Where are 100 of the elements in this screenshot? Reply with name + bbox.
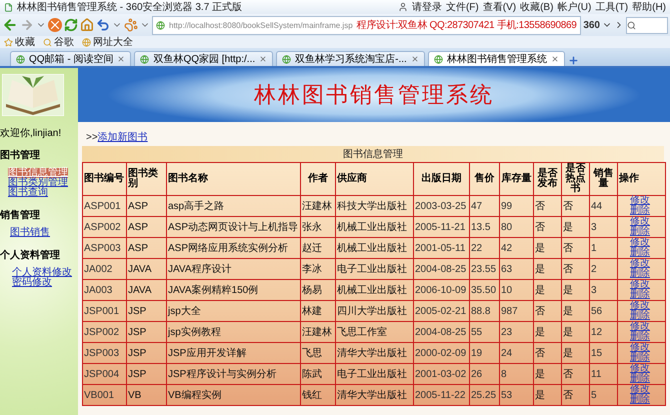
table-cell: 15	[590, 342, 618, 364]
edit-link[interactable]: 修改	[630, 301, 665, 311]
table-cell: JSP	[126, 300, 166, 322]
table-cell: JSP001	[82, 300, 126, 322]
table-cell: 否	[562, 364, 590, 384]
edit-link[interactable]: 修改	[630, 238, 665, 248]
menu-item[interactable]: 帐户(U)	[557, 0, 592, 14]
table-cell: 电子工业出版社	[336, 258, 414, 280]
menu-item[interactable]: 工具(T)	[595, 0, 628, 14]
table-cell: JSP应用开发详解	[166, 342, 300, 364]
table-cell: 是	[562, 322, 590, 342]
search-icon	[627, 20, 636, 30]
table-cell: 机械工业出版社	[336, 238, 414, 258]
globe-icon	[140, 54, 150, 64]
table-cell: JAVA	[126, 280, 166, 300]
page-icon	[4, 2, 13, 12]
edit-link[interactable]: 修改	[630, 343, 665, 353]
browser-tab[interactable]: QQ邮箱 - 阅读空间	[10, 51, 132, 66]
close-icon[interactable]	[410, 55, 419, 63]
table-cell: 2	[590, 258, 618, 280]
paw-button[interactable]	[124, 18, 138, 32]
table-cell: 是	[534, 238, 562, 258]
sidebar-link[interactable]: 图书查询	[8, 188, 48, 198]
sidebar-link[interactable]: 图书销售	[10, 228, 50, 238]
table-cell: 19	[470, 342, 500, 364]
browser-tab[interactable]: 双鱼林学习系统淘宝店-...	[276, 51, 425, 66]
table-cell: ASP	[126, 216, 166, 238]
table-cell: 53	[500, 384, 534, 406]
table-cell: ASP001	[82, 196, 126, 216]
table-cell: jsp实例教程	[166, 322, 300, 342]
table-cell: JSP002	[82, 322, 126, 342]
table-cell: 42	[500, 238, 534, 258]
undo-button[interactable]	[96, 18, 110, 32]
column-header: 作者	[300, 162, 336, 196]
sidebar-link[interactable]: 密码修改	[12, 278, 52, 288]
edit-link[interactable]: 修改	[630, 196, 665, 206]
table-cell: JAVA案例精粹150例	[166, 280, 300, 300]
table-cell: 是	[534, 258, 562, 280]
table-cell: JA003	[82, 280, 126, 300]
globe-icon	[282, 54, 292, 64]
table-cell: 是	[534, 364, 562, 384]
sidebar-link[interactable]: 个人资料修改	[12, 268, 72, 278]
add-book-link[interactable]: 添加新图书	[98, 130, 148, 144]
table-cell: 63	[500, 258, 534, 280]
home-button[interactable]	[80, 18, 94, 32]
menu-item[interactable]: 帮助(H)	[632, 0, 666, 14]
edit-link[interactable]: 修改	[630, 217, 665, 227]
bookmark[interactable]: 谷歌	[43, 35, 74, 49]
table-cell: 清华大学出版社	[336, 384, 414, 406]
edit-link[interactable]: 修改	[630, 385, 665, 395]
refresh-button[interactable]	[64, 18, 78, 32]
section-heading: 图书管理	[0, 148, 41, 162]
globe-icon	[16, 54, 25, 64]
column-header: 是否发布	[534, 162, 562, 196]
stop-button[interactable]	[48, 18, 62, 32]
table-cell: JSP004	[82, 364, 126, 384]
table-cell: 2005-11-22	[414, 384, 470, 406]
column-header: 图书编号	[82, 162, 126, 196]
address-field[interactable]: http://localhost:8080/bookSellSystem/mainframe.jsp 程序设计:双鱼林 QQ:287307421 手机:13558690869	[152, 16, 582, 34]
table-cell: 1	[590, 238, 618, 258]
column-header: 图书类别	[126, 162, 166, 196]
menu-item[interactable]: 文件(F)	[446, 0, 479, 14]
table-cell: VB编程实例	[166, 384, 300, 406]
close-icon[interactable]	[259, 55, 268, 63]
menu-item[interactable]: 收藏(B)	[520, 0, 554, 14]
table-cell: 23	[500, 322, 534, 342]
table-cell: JSP	[126, 342, 166, 364]
bookmark[interactable]: 网址大全	[82, 35, 133, 49]
new-tab-button[interactable]	[568, 55, 579, 66]
menu-item[interactable]: 查看(V)	[482, 0, 516, 14]
engine-badge[interactable]: 360	[583, 20, 600, 30]
edit-link[interactable]: 修改	[630, 322, 665, 332]
globe-icon	[156, 20, 165, 30]
table-cell: 44	[590, 196, 618, 216]
table-cell: 99	[500, 196, 534, 216]
column-header: 图书名称	[166, 162, 300, 196]
table-cell: ASP	[126, 196, 166, 216]
table-cell: JSP	[126, 322, 166, 342]
table-cell: 2003-03-25	[414, 196, 470, 216]
search-field[interactable]	[626, 16, 668, 34]
table-cell: 22	[470, 238, 500, 258]
table-cell: 四川大学出版社	[336, 300, 414, 322]
close-icon[interactable]	[117, 55, 126, 63]
table-cell: 10	[500, 280, 534, 300]
table-cell: 赵迁	[300, 238, 336, 258]
table-cell: 2006-10-09	[414, 280, 470, 300]
back-button[interactable]	[2, 17, 18, 33]
globe-icon	[434, 54, 443, 64]
edit-link[interactable]: 修改	[630, 364, 665, 374]
welcome-text: 欢迎你,linjian!	[0, 126, 62, 140]
login-link[interactable]: 请登录	[412, 0, 442, 14]
browser-tab[interactable]: 林林图书销售管理系统	[428, 51, 565, 66]
browser-tab[interactable]: 双鱼林QQ家园 [http:/...	[134, 51, 274, 66]
sidebar-link[interactable]: 图书信息管理	[8, 168, 68, 178]
sidebar-link[interactable]: 图书类别管理	[8, 178, 68, 188]
bookmark[interactable]: 收藏	[4, 35, 35, 49]
table-cell: 35.50	[470, 280, 500, 300]
close-icon[interactable]	[550, 55, 559, 63]
edit-link[interactable]: 修改	[630, 280, 665, 290]
edit-link[interactable]: 修改	[630, 259, 665, 269]
